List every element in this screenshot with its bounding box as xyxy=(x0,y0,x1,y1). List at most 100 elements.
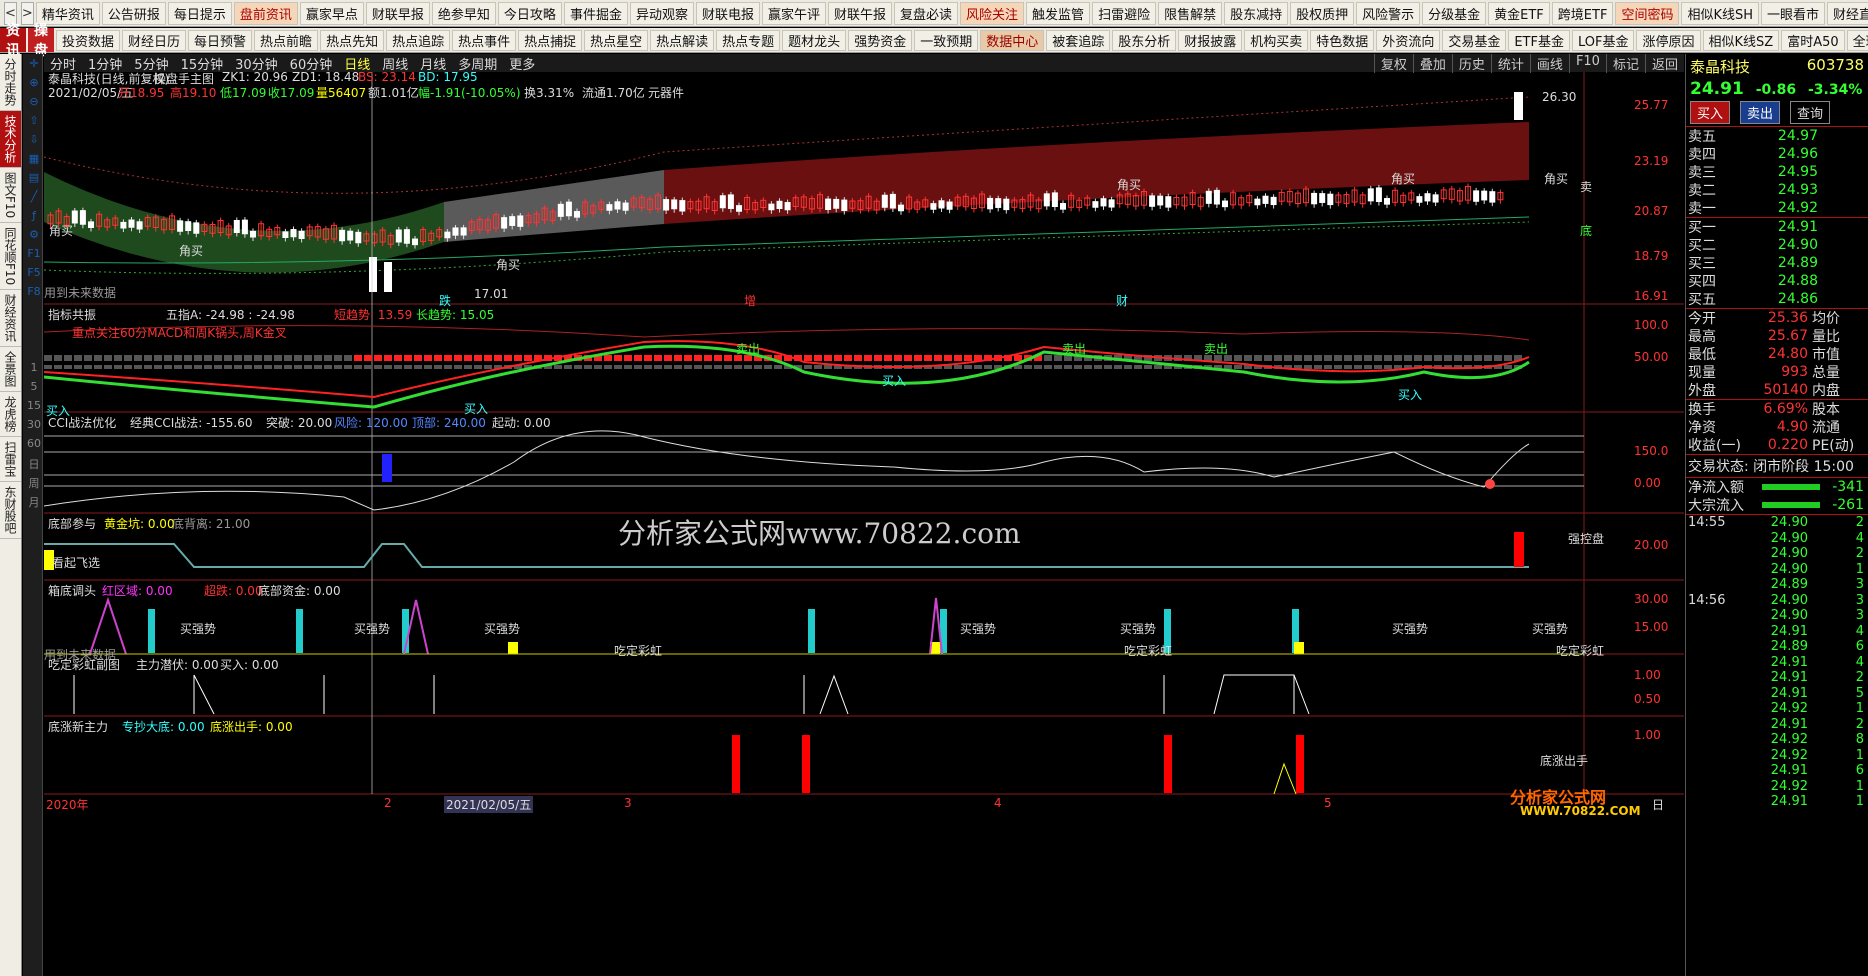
period-month-icon[interactable]: 月 xyxy=(25,494,43,510)
sub-nav-item[interactable]: 全球行情 xyxy=(1846,29,1868,51)
sub-nav-item[interactable]: 热点事件 xyxy=(452,29,517,51)
nav-item[interactable]: 跨境ETF xyxy=(1551,1,1614,25)
period-1-icon[interactable]: 1 xyxy=(25,361,43,377)
line-icon[interactable]: ╱ xyxy=(25,190,43,206)
nav-item[interactable]: 赢家早点 xyxy=(299,1,364,25)
event-mark[interactable]: 财 xyxy=(1116,292,1128,309)
sub-nav-item[interactable]: ETF基金 xyxy=(1508,29,1570,51)
sub-nav-item[interactable]: 特色数据 xyxy=(1310,29,1375,51)
side-tab[interactable]: 技术分析 xyxy=(0,111,21,168)
sell-button[interactable]: 卖出 xyxy=(1740,101,1781,124)
sub-nav-item[interactable]: 相似K线SZ xyxy=(1702,29,1780,51)
nav-item[interactable]: 扫雷避险 xyxy=(1092,1,1157,25)
chart-area[interactable]: 泰晶科技(日线,前复权) 操盘手主图 ZK1: 20.96 ZD1: 18.48… xyxy=(43,70,1684,976)
grid-icon[interactable]: ▦ xyxy=(25,152,43,168)
chart-tool-button[interactable]: 历史 xyxy=(1451,54,1491,73)
period-day-icon[interactable]: 日 xyxy=(25,456,43,472)
period-week-icon[interactable]: 周 xyxy=(25,475,43,491)
sub-nav-item[interactable]: LOF基金 xyxy=(1571,29,1635,51)
period-30-icon[interactable]: 30 xyxy=(25,418,43,434)
nav-item[interactable]: 财联早报 xyxy=(365,1,430,25)
nav-item[interactable]: 空间密码 xyxy=(1615,1,1680,25)
nav-item[interactable]: 盘前资讯 xyxy=(233,1,298,25)
period-15-icon[interactable]: 15 xyxy=(25,399,43,415)
fx-icon[interactable]: ƒ xyxy=(25,209,43,225)
chart-icon[interactable]: ▤ xyxy=(25,171,43,187)
chart-tool-button[interactable]: 标记 xyxy=(1605,54,1645,73)
nav-item[interactable]: 风险关注 xyxy=(960,1,1025,25)
buy-button[interactable]: 买入 xyxy=(1690,101,1731,124)
sub-nav-item[interactable]: 热点追踪 xyxy=(386,29,451,51)
side-tab[interactable]: 同花顺F10 xyxy=(0,223,21,291)
sub-nav-item[interactable]: 热点专题 xyxy=(716,29,781,51)
sub-nav-item[interactable]: 热点星空 xyxy=(584,29,649,51)
chart-tool-button[interactable]: 返回 xyxy=(1644,54,1684,73)
period-5-icon[interactable]: 5 xyxy=(25,380,43,396)
sub-nav-item[interactable]: 投资数据 xyxy=(56,29,121,51)
nav-item[interactable]: 触发监管 xyxy=(1026,1,1091,25)
nav-item[interactable]: 分级基金 xyxy=(1422,1,1487,25)
nav-item[interactable]: 风险警示 xyxy=(1356,1,1421,25)
tick-list[interactable]: 14:55 24.90 2 24.90 4 24.90 2 24.90 1 24.89 3 14:56… xyxy=(1686,514,1868,810)
nav-item[interactable]: 异动观察 xyxy=(629,1,694,25)
sub-nav-item[interactable]: 题材龙头 xyxy=(782,29,847,51)
side-tab[interactable]: 东财股吧 xyxy=(0,482,21,540)
sub-nav-item[interactable]: 每日预警 xyxy=(188,29,253,51)
nav-item[interactable]: 赢家午评 xyxy=(761,1,826,25)
cursor-icon[interactable]: ✛ xyxy=(25,57,43,73)
nav-item[interactable]: 财联电报 xyxy=(695,1,760,25)
sub-nav-item[interactable]: 财报披露 xyxy=(1178,29,1243,51)
side-tab[interactable]: 全景图 xyxy=(0,347,21,393)
event-mark[interactable]: 增 xyxy=(744,292,756,309)
zoom-in-icon[interactable]: ⊕ xyxy=(25,76,43,92)
chart-tool-button[interactable]: 复权 xyxy=(1373,54,1413,73)
nav-item[interactable]: 股东减持 xyxy=(1224,1,1289,25)
sub-nav-item[interactable]: 热点先知 xyxy=(320,29,385,51)
f5-icon[interactable]: F5 xyxy=(25,266,43,282)
nav-item[interactable]: 限售解禁 xyxy=(1158,1,1223,25)
sub-nav-item[interactable]: 热点前瞻 xyxy=(254,29,319,51)
nav-item[interactable]: 财经直播 xyxy=(1827,1,1868,25)
side-tab[interactable]: 图文F10 xyxy=(0,168,21,224)
period-60-icon[interactable]: 60 xyxy=(25,437,43,453)
sub-nav-item[interactable]: 财经日历 xyxy=(122,29,187,51)
nav-item[interactable]: 绝参早知 xyxy=(431,1,496,25)
sub-nav-item[interactable]: 热点捕捉 xyxy=(518,29,583,51)
chart-tool-button[interactable]: 叠加 xyxy=(1412,54,1452,73)
up-arrow-icon[interactable]: ⇧ xyxy=(25,114,43,130)
nav-item[interactable]: 公告研报 xyxy=(101,1,166,25)
query-button[interactable]: 查询 xyxy=(1790,101,1831,124)
period-tab[interactable]: 更多 xyxy=(503,54,541,73)
forward-button[interactable]: > xyxy=(20,1,34,25)
nav-item[interactable]: 财联午报 xyxy=(828,1,893,25)
sub-nav-item[interactable]: 富时A50 xyxy=(1781,29,1845,51)
nav-item[interactable]: 一眼看市 xyxy=(1761,1,1826,25)
sub-nav-item[interactable]: 股东分析 xyxy=(1112,29,1177,51)
nav-item[interactable]: 今日攻略 xyxy=(497,1,562,25)
sub-nav-item[interactable]: 涨停原因 xyxy=(1636,29,1701,51)
side-tab[interactable]: 分时走势 xyxy=(0,54,21,111)
side-tab[interactable]: 扫雷宝 xyxy=(0,437,21,483)
nav-item[interactable]: 股权质押 xyxy=(1290,1,1355,25)
sub-nav-item[interactable]: 被套追踪 xyxy=(1046,29,1111,51)
chart-tool-button[interactable]: F10 xyxy=(1568,54,1606,73)
nav-item[interactable]: 事件掘金 xyxy=(563,1,628,25)
chart-tool-button[interactable]: 画线 xyxy=(1529,54,1569,73)
side-tab[interactable]: 龙虎榜 xyxy=(0,392,21,438)
sub-nav-item[interactable]: 数据中心 xyxy=(980,29,1045,51)
sub-nav-item[interactable]: 外资流向 xyxy=(1376,29,1441,51)
nav-item[interactable]: 黄金ETF xyxy=(1488,1,1550,25)
sub-nav-item[interactable]: 一致预期 xyxy=(914,29,979,51)
f8-icon[interactable]: F8 xyxy=(25,285,43,301)
sub-nav-item[interactable]: 热点解读 xyxy=(650,29,715,51)
sub-nav-item[interactable]: 强势资金 xyxy=(848,29,913,51)
sub-nav-item[interactable]: 交易基金 xyxy=(1442,29,1507,51)
nav-item[interactable]: 每日提示 xyxy=(167,1,232,25)
f1-icon[interactable]: F1 xyxy=(25,247,43,263)
chart-tool-button[interactable]: 统计 xyxy=(1490,54,1530,73)
tab-zixun[interactable]: 资讯 xyxy=(0,23,26,59)
settings-icon[interactable]: ⚙ xyxy=(25,228,43,244)
sub-nav-item[interactable]: 机构买卖 xyxy=(1244,29,1309,51)
zoom-out-icon[interactable]: ⊖ xyxy=(25,95,43,111)
tab-caopan[interactable]: 操盘 xyxy=(28,23,54,59)
